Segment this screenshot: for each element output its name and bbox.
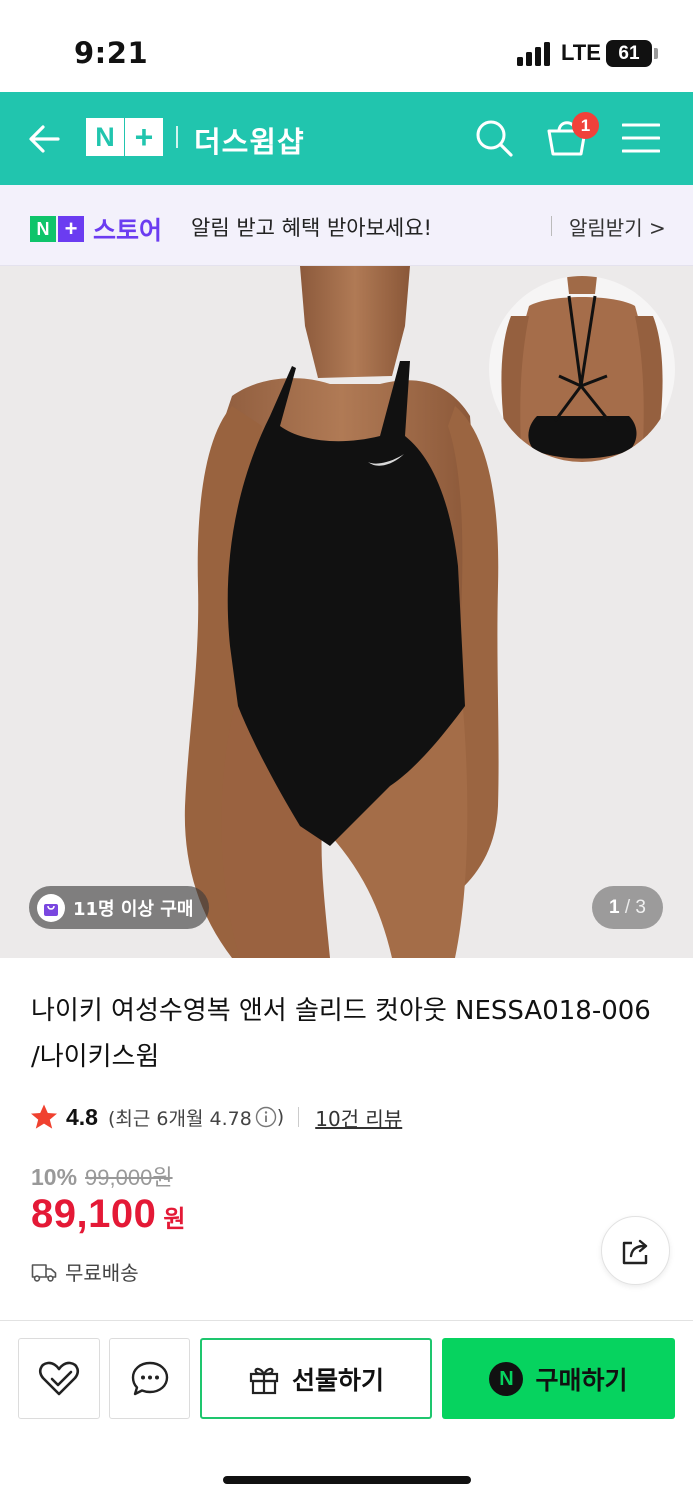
network-label: LTE: [561, 40, 601, 65]
arrow-left-icon: [29, 125, 60, 153]
buyer-count-badge: 11명 이상 구매: [29, 886, 210, 929]
rating-divider: [298, 1107, 300, 1127]
currency-unit: 원: [163, 1205, 186, 1233]
naver-pay-icon: N: [489, 1361, 524, 1396]
home-indicator: [223, 1476, 471, 1484]
shopping-bag-icon: [37, 893, 65, 922]
store-label: 스토어: [93, 216, 163, 245]
truck-icon: [31, 1263, 57, 1282]
heart-check-icon: [38, 1361, 80, 1395]
current-page: 1: [609, 897, 620, 918]
signal-icon: [517, 42, 553, 66]
recent-rating-close: ): [276, 1106, 285, 1128]
share-button[interactable]: [601, 1216, 670, 1285]
naver-plus-store-logo: N + 스토어: [30, 211, 162, 247]
bottom-action-bar: 선물하기 N 구매하기: [0, 1320, 693, 1500]
review-link[interactable]: 10건 리뷰: [315, 1103, 402, 1132]
gift-button[interactable]: 선물하기: [200, 1338, 432, 1419]
search-icon: [476, 120, 513, 157]
logo-plus: +: [125, 118, 163, 156]
product-back-photo: [501, 276, 663, 462]
buy-button[interactable]: N 구매하기: [442, 1338, 675, 1419]
rating-row: 4.8 (최근 6개월 4.78 ) 10건 리뷰: [30, 1100, 402, 1134]
naver-plus-logo[interactable]: N +: [86, 118, 163, 156]
store-logo-plus: +: [58, 216, 84, 242]
notice-divider: [551, 216, 552, 236]
store-logo-n: N: [30, 216, 56, 242]
star-icon: [31, 1104, 57, 1129]
gift-box-icon: [249, 1367, 279, 1394]
status-bar: 9:21 LTE 61: [0, 0, 693, 92]
wishlist-button[interactable]: [18, 1338, 100, 1419]
search-button[interactable]: [472, 116, 516, 160]
product-back-thumbnail[interactable]: [489, 276, 675, 462]
status-time: 9:21: [74, 36, 149, 70]
chat-button[interactable]: [109, 1338, 190, 1419]
discount-row: 10% 99,000원: [31, 1160, 173, 1192]
sale-price: 89,100: [31, 1192, 157, 1236]
buy-button-label: 구매하기: [535, 1365, 628, 1395]
rating-score: 4.8: [66, 1103, 98, 1130]
page-separator: /: [624, 897, 631, 918]
back-button[interactable]: [24, 118, 66, 160]
discount-rate: 10%: [31, 1164, 78, 1190]
notification-banner[interactable]: N + 스토어 알림 받고 혜택 받아보세요! 알림받기 >: [0, 185, 693, 266]
battery-icon: 61: [606, 40, 652, 67]
shop-name[interactable]: 더스윔샵: [194, 119, 305, 161]
logo-n: N: [86, 118, 124, 156]
share-icon: [622, 1239, 647, 1264]
get-notifications-link[interactable]: 알림받기 >: [569, 212, 666, 241]
notice-message: 알림 받고 혜택 받아보세요!: [191, 216, 432, 240]
chat-bubble-icon: [131, 1361, 168, 1395]
header-divider: [176, 126, 178, 148]
product-title: 나이키 여성수영복 앤서 솔리드 컷아웃 NESSA018-006 /나이키스윔: [31, 996, 651, 1072]
sale-price-row: 89,100 원: [31, 1192, 185, 1237]
recent-rating-text: (최근 6개월 4.78: [107, 1107, 252, 1130]
hamburger-menu-icon: [621, 123, 661, 153]
shipping-info: 무료배송: [31, 1257, 139, 1286]
battery-cap: [654, 48, 658, 59]
recent-rating: (최근 6개월 4.78 ): [108, 1104, 284, 1131]
info-icon[interactable]: [255, 1106, 277, 1128]
total-pages: 3: [635, 897, 646, 918]
menu-button[interactable]: [621, 122, 661, 154]
image-page-counter: 1 / 3: [592, 886, 663, 929]
gift-button-label: 선물하기: [291, 1365, 384, 1395]
cart-count-badge: 1: [572, 112, 599, 139]
original-price: 99,000원: [85, 1165, 173, 1190]
shipping-text: 무료배송: [65, 1261, 139, 1285]
buyer-count-text: 11명 이상 구매: [73, 898, 194, 920]
